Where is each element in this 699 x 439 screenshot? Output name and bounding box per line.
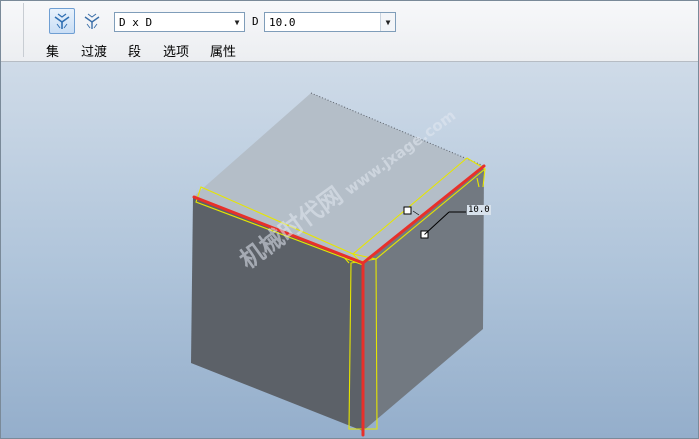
chamfer-transition-icon[interactable] <box>79 8 105 34</box>
d-field-label: D <box>252 15 259 28</box>
cube-model <box>191 92 486 437</box>
graphics-viewport[interactable]: 10.0 机械时代网www.jxage.com <box>1 62 698 438</box>
tab-transitions[interactable]: 过渡 <box>81 41 107 60</box>
tab-properties[interactable]: 属性 <box>210 41 236 60</box>
chamfer-edge-icon[interactable] <box>49 8 75 34</box>
chamfer-scheme-value: D x D <box>119 15 153 29</box>
dashboard-toolbar: D x D ▼ D 10.0 ▼ 集 过渡 段 选项 属性 <box>1 1 698 62</box>
drag-handle <box>403 206 412 215</box>
toolbar-divider <box>23 3 24 57</box>
dimension-value-label[interactable]: 10.0 <box>467 205 491 215</box>
d-value-text: 10.0 <box>269 15 296 29</box>
tab-pieces[interactable]: 段 <box>128 41 141 60</box>
chevron-down-icon[interactable]: ▼ <box>230 13 244 31</box>
chamfer-scheme-select[interactable]: D x D ▼ <box>114 12 245 32</box>
tab-sets[interactable]: 集 <box>46 41 59 60</box>
chevron-down-icon[interactable]: ▼ <box>380 13 395 31</box>
d-value-select[interactable]: 10.0 ▼ <box>264 12 396 32</box>
app-window: D x D ▼ D 10.0 ▼ 集 过渡 段 选项 属性 10.0 机械时代网… <box>0 0 699 439</box>
tab-options[interactable]: 选项 <box>163 41 189 60</box>
